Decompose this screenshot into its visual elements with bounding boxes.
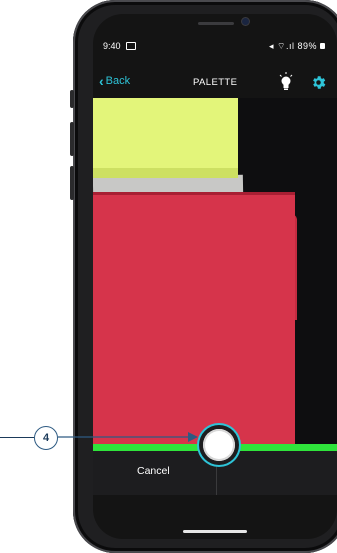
signal-icon: ◂ ⌔.ıl bbox=[269, 41, 298, 51]
home-indicator[interactable] bbox=[183, 530, 247, 533]
red-folder bbox=[93, 192, 295, 444]
lightbulb-icon[interactable] bbox=[279, 72, 293, 92]
volume-up-button bbox=[70, 122, 74, 156]
image-icon bbox=[126, 42, 136, 50]
gear-icon[interactable] bbox=[310, 74, 327, 91]
nav-bar: ‹ Back PALETTE bbox=[93, 72, 337, 94]
page-title: PALETTE bbox=[193, 77, 238, 88]
front-camera bbox=[242, 18, 249, 25]
cancel-button[interactable]: Cancel bbox=[137, 465, 170, 477]
battery-percent: 89% bbox=[297, 41, 317, 51]
callout-number: 4 bbox=[34, 426, 58, 450]
back-label: Back bbox=[105, 75, 131, 87]
back-button[interactable]: ‹ Back bbox=[99, 73, 131, 89]
callout-leader-line bbox=[0, 437, 34, 438]
status-bar: 9:40 ◂ ⌔.ıl 89% bbox=[93, 38, 337, 54]
camera-preview bbox=[93, 98, 337, 444]
yellow-folder bbox=[93, 98, 238, 178]
status-time: 9:40 bbox=[103, 41, 121, 51]
back-chevron-icon: ‹ bbox=[99, 73, 104, 89]
silent-switch bbox=[70, 90, 74, 108]
red-folder-edge bbox=[93, 192, 295, 195]
phone-screen: 9:40 ◂ ⌔.ıl 89% ‹ Back PALETTE Cancel bbox=[93, 14, 337, 539]
shutter-button[interactable] bbox=[203, 429, 235, 461]
yellow-folder-edge bbox=[93, 168, 238, 178]
battery-icon bbox=[320, 43, 325, 49]
speaker-grille bbox=[198, 22, 234, 25]
status-icons: ◂ ⌔.ıl 89% bbox=[269, 41, 317, 52]
volume-down-button bbox=[70, 166, 74, 200]
callout-arrow-icon bbox=[58, 432, 198, 442]
